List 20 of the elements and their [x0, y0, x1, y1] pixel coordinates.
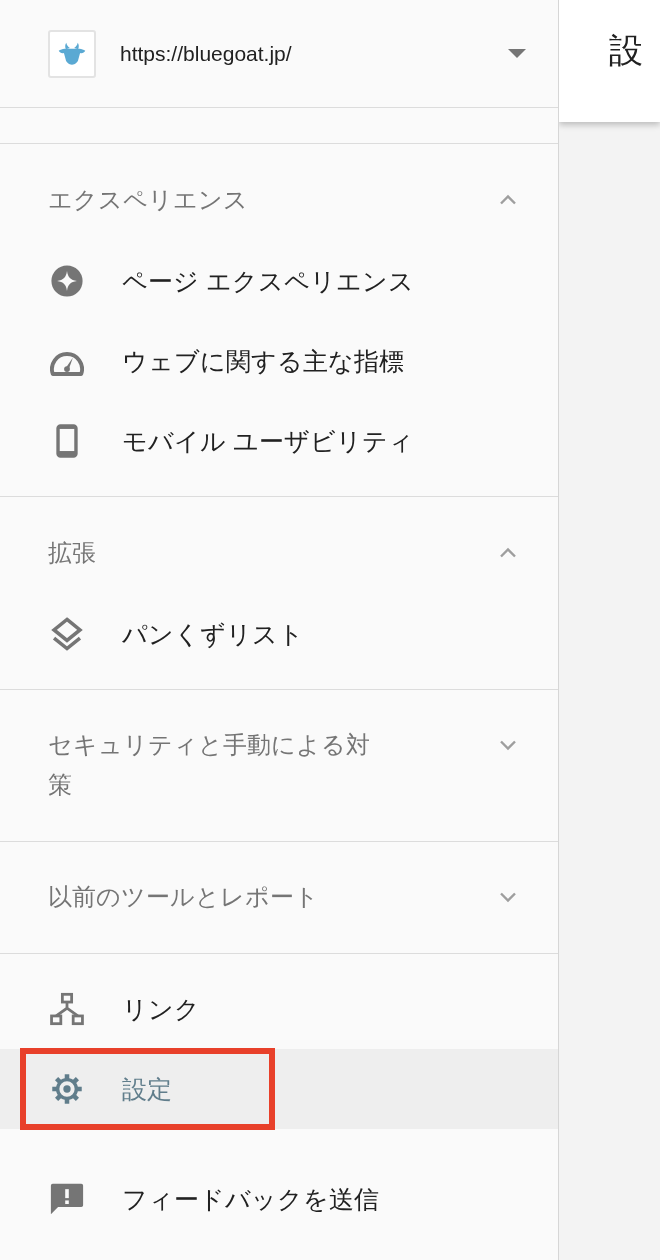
page-title: 設 — [609, 30, 643, 71]
nav-item[interactable]: ページ エクスペリエンス — [0, 241, 558, 321]
section-header[interactable]: セキュリティと手動による対策 — [0, 690, 558, 841]
hierarchy-icon — [50, 992, 84, 1026]
section-header[interactable]: エクスペリエンス — [0, 144, 558, 241]
caret-down-icon — [508, 49, 526, 58]
sparkle-icon — [50, 264, 84, 298]
section-header[interactable]: 拡張 — [0, 497, 558, 594]
nav-item[interactable]: 設定 — [0, 1049, 558, 1129]
nav-item[interactable]: リンク — [0, 969, 558, 1049]
bull-head-icon — [48, 29, 96, 78]
settings-icon — [50, 1072, 84, 1106]
nav-item[interactable]: モバイル ユーザビリティ — [0, 401, 558, 481]
section-header[interactable]: 以前のツールとレポート — [0, 842, 558, 953]
feedback-icon — [50, 1182, 84, 1216]
property-selector[interactable]: https://bluegoat.jp/ — [0, 0, 558, 108]
nav-item[interactable]: パンくずリスト — [0, 594, 558, 674]
nav-item[interactable]: ウェブに関する主な指標 — [0, 321, 558, 401]
nav-item[interactable]: フィードバックを送信 — [0, 1159, 558, 1239]
layers-icon — [50, 617, 84, 651]
